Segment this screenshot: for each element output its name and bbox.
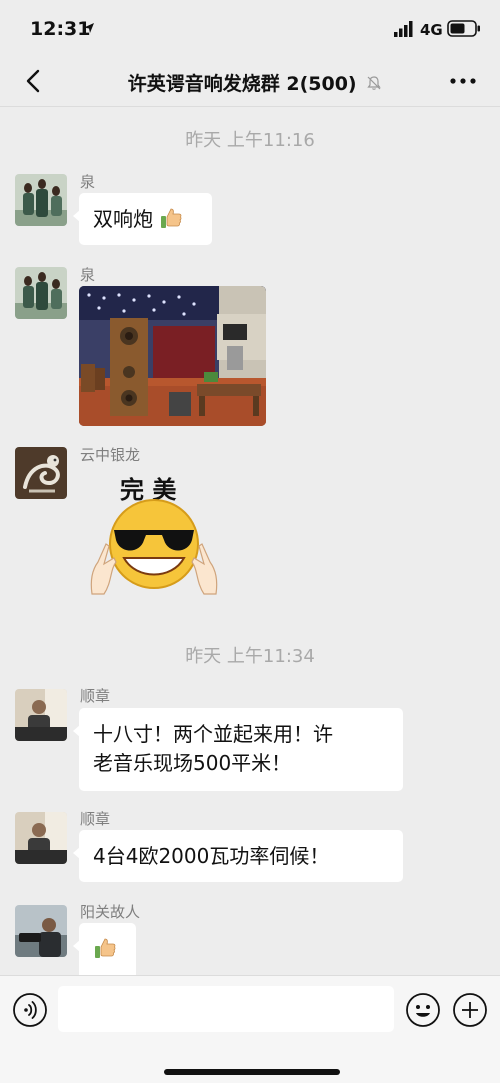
avatar[interactable]	[15, 447, 67, 499]
timestamp: 昨天 上午11:16	[185, 130, 315, 151]
avatar[interactable]	[15, 812, 67, 864]
thumbs-up-icon	[161, 208, 182, 228]
sticker-message[interactable]: 完 美	[84, 468, 224, 602]
sender-name: 顺章	[80, 687, 111, 705]
timestamp: 昨天 上午11:34	[185, 646, 315, 667]
message-bubble[interactable]: 双响炮	[73, 193, 212, 245]
battery-icon	[447, 20, 480, 37]
avatar[interactable]	[15, 267, 67, 319]
sender-name: 云中银龙	[80, 446, 141, 464]
status-bar: 12:31 4G	[0, 0, 500, 58]
chat-title-text: 许英谔音响发烧群 2(500)	[127, 73, 357, 95]
sender-name: 泉	[80, 173, 96, 191]
image-message[interactable]	[79, 286, 266, 426]
voice-icon[interactable]	[12, 992, 48, 1028]
cool-emoji-sticker	[90, 499, 218, 595]
message-text: 老音乐现场500平米！	[93, 751, 292, 775]
chat-header: 许英谔音响发烧群 2(500)	[0, 58, 500, 107]
thumbs-up-icon	[95, 938, 116, 958]
message-text: 4台4欧2000瓦功率伺候！	[93, 844, 330, 868]
sender-name: 顺章	[80, 810, 111, 828]
mute-bell-icon	[367, 76, 381, 90]
network-label: 4G	[420, 21, 443, 39]
signal-icon	[394, 21, 413, 37]
message-text: 十八寸！两个並起来用！许	[93, 722, 333, 746]
message-text: 双响炮	[93, 207, 153, 231]
message-input[interactable]	[58, 986, 394, 1032]
status-time: 12:31	[30, 18, 91, 40]
message-bubble[interactable]	[73, 923, 136, 975]
avatar[interactable]	[15, 905, 67, 957]
home-indicator[interactable]	[164, 1069, 340, 1075]
sender-name: 阳关故人	[80, 903, 141, 921]
chat-title: 许英谔音响发烧群 2(500)	[120, 69, 390, 96]
more-icon[interactable]	[446, 68, 480, 94]
message-bubble[interactable]: 4台4欧2000瓦功率伺候！	[73, 830, 403, 882]
input-bar	[0, 975, 500, 1083]
avatar[interactable]	[15, 174, 67, 226]
emoji-icon[interactable]	[405, 992, 441, 1028]
back-arrow-icon[interactable]	[20, 66, 48, 96]
sender-name: 泉	[80, 266, 96, 284]
location-arrow-icon	[84, 23, 94, 33]
message-bubble[interactable]: 十八寸！两个並起来用！许 老音乐现场500平米！	[73, 708, 403, 791]
avatar[interactable]	[15, 689, 67, 741]
plus-icon[interactable]	[452, 992, 488, 1028]
